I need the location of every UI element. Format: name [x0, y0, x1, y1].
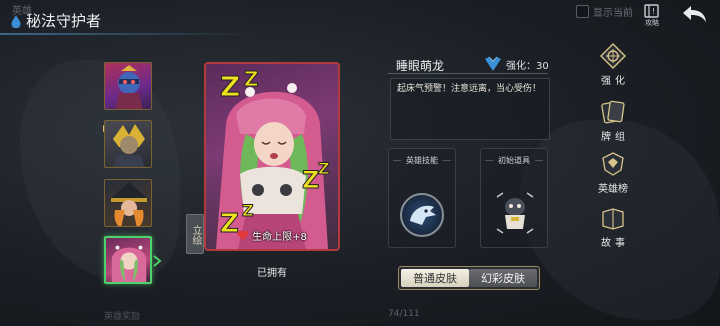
skin-thumbnail-selected[interactable]	[104, 236, 152, 284]
svg-text:Z: Z	[318, 159, 330, 178]
owned-status: 已拥有	[257, 268, 287, 279]
ranking-icon	[602, 152, 624, 176]
water-drop-icon	[11, 14, 21, 28]
back-arrow-icon	[683, 6, 706, 22]
show-current-toggle[interactable]: 显示当前	[576, 4, 633, 19]
dragon-head-icon	[410, 205, 436, 225]
sleepy-dragon-artwork: Z Z Z Z Z Z	[216, 67, 330, 249]
guide-label: 攻略	[645, 19, 659, 27]
hero-portrait-icon	[113, 124, 145, 167]
menu-ranking[interactable]: 英雄榜	[592, 150, 634, 195]
svg-text:Z: Z	[302, 166, 319, 194]
hero-portrait-icon	[111, 245, 147, 282]
menu-enhance[interactable]: 强化	[592, 42, 634, 87]
guide-button[interactable]: ! 攻略	[640, 4, 664, 27]
cards-icon	[601, 100, 625, 124]
card-bonus: 生命上限+8	[208, 228, 336, 243]
skin-type-toggle[interactable]: 普通皮肤 幻彩皮肤	[398, 266, 540, 290]
svg-text:Z: Z	[244, 67, 259, 91]
title-divider	[0, 33, 255, 35]
hero-portrait-icon	[109, 182, 149, 226]
hero-portrait-icon	[115, 65, 143, 109]
enhance-icon	[600, 43, 626, 69]
page-title: 秘法守护者	[26, 12, 102, 30]
svg-text:Z: Z	[220, 70, 240, 103]
skin-name-divider	[388, 73, 548, 74]
menu-cards[interactable]: 牌组	[592, 98, 634, 143]
collection-counter: 74/111	[388, 309, 420, 319]
initial-item-title: 初始道具	[498, 156, 530, 165]
menu-story[interactable]: 故事	[592, 204, 634, 249]
book-icon: !	[644, 4, 659, 18]
heart-icon	[237, 230, 249, 240]
story-book-icon	[602, 208, 624, 230]
menu-story-label: 故事	[601, 238, 629, 249]
show-current-checkbox[interactable]	[576, 5, 589, 18]
initial-item-panel: 初始道具	[480, 148, 548, 248]
illustration-tab[interactable]: 立绘	[186, 214, 204, 254]
menu-cards-label: 牌组	[601, 132, 629, 143]
skin-card-art[interactable]: Z Z Z Z Z Z 生命上限+8	[204, 62, 340, 251]
skin-thumbnail[interactable]	[104, 120, 152, 168]
enhance-level-text: 强化：30	[506, 60, 549, 72]
skin-thumbnail[interactable]	[104, 179, 152, 227]
menu-ranking-label: 英雄榜	[598, 184, 628, 195]
page-header: 秘法守护者	[10, 10, 101, 31]
background-silhouette	[20, 60, 180, 280]
show-current-label: 显示当前	[593, 8, 633, 19]
svg-text:!: !	[652, 7, 655, 16]
plush-toy-icon	[496, 192, 534, 234]
footer-ghost-label: 英雄奖励	[104, 312, 141, 322]
skin-description: 起床气预警！注意远离，当心受伤！	[390, 78, 550, 140]
hero-skill-title: 英雄技能	[406, 156, 438, 165]
menu-enhance-label: 强化	[601, 76, 629, 87]
card-bonus-text: 生命上限+8	[252, 232, 307, 243]
selection-arrow-icon	[153, 255, 162, 267]
skin-thumbnail[interactable]	[104, 62, 152, 110]
back-button[interactable]	[680, 2, 712, 28]
initial-item-button[interactable]	[495, 191, 535, 235]
normal-skin-tab[interactable]: 普通皮肤	[401, 269, 469, 287]
skin-name: 睡眼萌龙	[396, 59, 445, 73]
enhance-level: 强化：30	[484, 56, 549, 72]
hero-skill-button[interactable]	[400, 193, 444, 237]
hero-skill-panel: 英雄技能	[388, 148, 456, 248]
special-skin-tab[interactable]: 幻彩皮肤	[469, 269, 537, 287]
crystal-icon	[485, 56, 501, 71]
svg-text:Z: Z	[242, 201, 254, 220]
